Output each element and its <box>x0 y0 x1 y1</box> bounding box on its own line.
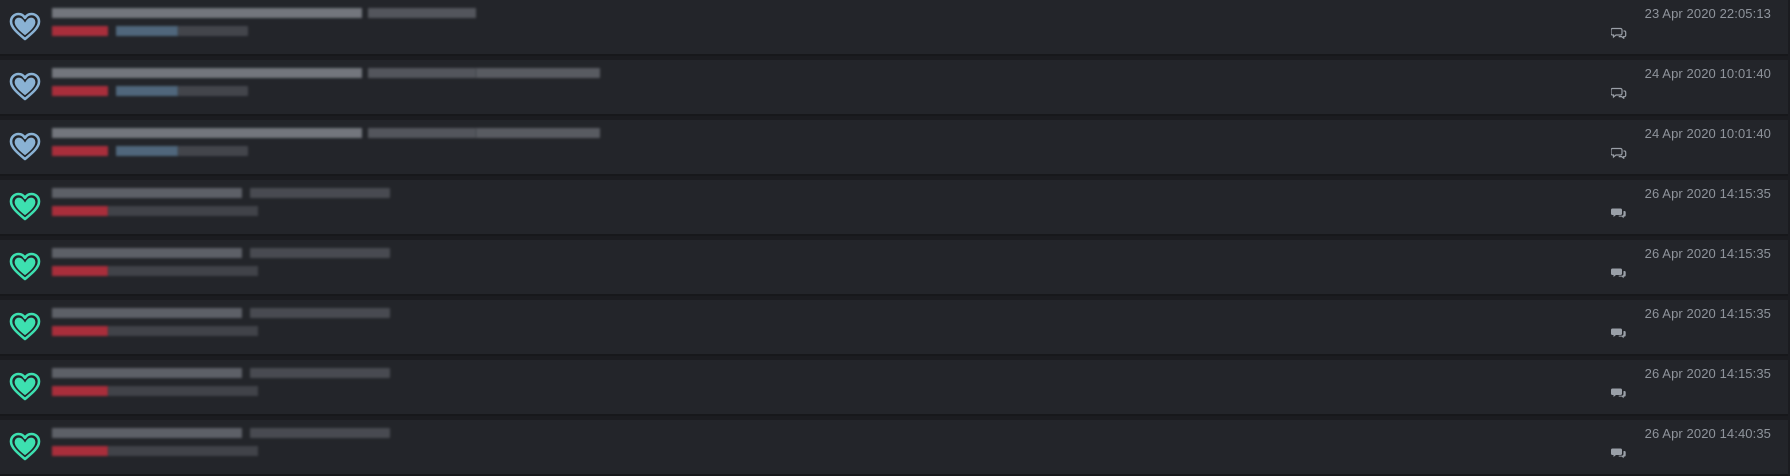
redacted-content <box>52 306 552 350</box>
redaction-block <box>52 128 362 138</box>
redaction-block <box>116 86 178 96</box>
message-meta: 26 Apr 2020 14:15:35 <box>1611 366 1771 399</box>
list-item[interactable]: 26 Apr 2020 14:15:35 <box>0 240 1788 296</box>
redaction-block <box>250 368 390 378</box>
redaction-block <box>52 386 108 396</box>
redaction-block <box>476 128 600 138</box>
heart-icon[interactable] <box>9 12 41 42</box>
redacted-content <box>52 426 552 470</box>
redaction-block <box>116 146 178 156</box>
redaction-block <box>52 206 108 216</box>
redacted-content <box>52 366 552 410</box>
message-meta: 26 Apr 2020 14:15:35 <box>1611 246 1771 279</box>
timestamp: 24 Apr 2020 10:01:40 <box>1644 66 1771 81</box>
redaction-block <box>368 8 476 18</box>
message-list: 23 Apr 2020 22:05:13 24 Apr 2020 10:01:4… <box>0 0 1790 476</box>
comments-outline-icon[interactable] <box>1611 27 1627 39</box>
timestamp: 26 Apr 2020 14:15:35 <box>1644 186 1771 201</box>
message-meta: 24 Apr 2020 10:01:40 <box>1611 126 1771 159</box>
redaction-block <box>178 146 248 156</box>
comments-filled-icon[interactable] <box>1611 267 1627 279</box>
redaction-block <box>368 128 476 138</box>
redaction-block <box>52 146 108 156</box>
redacted-content <box>52 186 552 230</box>
timestamp: 26 Apr 2020 14:15:35 <box>1644 306 1771 321</box>
timestamp: 26 Apr 2020 14:40:35 <box>1644 426 1771 441</box>
redaction-block <box>52 266 108 276</box>
redaction-block <box>52 428 242 438</box>
comments-filled-icon[interactable] <box>1611 387 1627 399</box>
timestamp: 26 Apr 2020 14:15:35 <box>1644 246 1771 261</box>
comments-filled-icon[interactable] <box>1611 447 1627 459</box>
timestamp: 24 Apr 2020 10:01:40 <box>1644 126 1771 141</box>
list-item[interactable]: 26 Apr 2020 14:15:35 <box>0 300 1788 356</box>
heart-icon[interactable] <box>9 72 41 102</box>
timestamp: 26 Apr 2020 14:15:35 <box>1644 366 1771 381</box>
redaction-block <box>52 368 242 378</box>
redacted-content <box>52 6 552 50</box>
list-item[interactable]: 26 Apr 2020 14:15:35 <box>0 360 1788 416</box>
comments-filled-icon[interactable] <box>1611 207 1627 219</box>
redaction-block <box>52 68 362 78</box>
redaction-block <box>52 86 108 96</box>
list-item[interactable]: 24 Apr 2020 10:01:40 <box>0 60 1788 116</box>
redacted-content <box>52 66 600 110</box>
redaction-block <box>108 326 258 336</box>
redacted-content <box>52 246 552 290</box>
list-item[interactable]: 26 Apr 2020 14:40:35 <box>0 420 1788 476</box>
heart-icon[interactable] <box>9 192 41 222</box>
redaction-block <box>108 206 258 216</box>
redaction-block <box>52 26 108 36</box>
comments-filled-icon[interactable] <box>1611 327 1627 339</box>
redaction-block <box>52 8 362 18</box>
redaction-block <box>178 86 248 96</box>
message-meta: 24 Apr 2020 10:01:40 <box>1611 66 1771 99</box>
heart-icon[interactable] <box>9 372 41 402</box>
redaction-block <box>52 308 242 318</box>
redaction-block <box>108 386 258 396</box>
message-meta: 26 Apr 2020 14:40:35 <box>1611 426 1771 459</box>
redaction-block <box>476 68 600 78</box>
comments-outline-icon[interactable] <box>1611 147 1627 159</box>
redaction-block <box>52 248 242 258</box>
redaction-block <box>250 428 390 438</box>
redaction-block <box>52 188 242 198</box>
redaction-block <box>116 26 178 36</box>
list-item[interactable]: 26 Apr 2020 14:15:35 <box>0 180 1788 236</box>
heart-icon[interactable] <box>9 252 41 282</box>
heart-icon[interactable] <box>9 312 41 342</box>
comments-outline-icon[interactable] <box>1611 87 1627 99</box>
heart-icon[interactable] <box>9 432 41 462</box>
heart-icon[interactable] <box>9 132 41 162</box>
redaction-block <box>250 188 390 198</box>
timestamp: 23 Apr 2020 22:05:13 <box>1644 6 1771 21</box>
message-meta: 26 Apr 2020 14:15:35 <box>1611 186 1771 219</box>
redaction-block <box>368 68 476 78</box>
redaction-block <box>250 248 390 258</box>
list-item[interactable]: 23 Apr 2020 22:05:13 <box>0 0 1788 56</box>
redaction-block <box>108 266 258 276</box>
redacted-content <box>52 126 600 170</box>
redaction-block <box>52 326 108 336</box>
message-meta: 26 Apr 2020 14:15:35 <box>1611 306 1771 339</box>
redaction-block <box>108 446 258 456</box>
redaction-block <box>178 26 248 36</box>
list-item[interactable]: 24 Apr 2020 10:01:40 <box>0 120 1788 176</box>
redaction-block <box>250 308 390 318</box>
redaction-block <box>52 446 108 456</box>
message-meta: 23 Apr 2020 22:05:13 <box>1611 6 1771 39</box>
